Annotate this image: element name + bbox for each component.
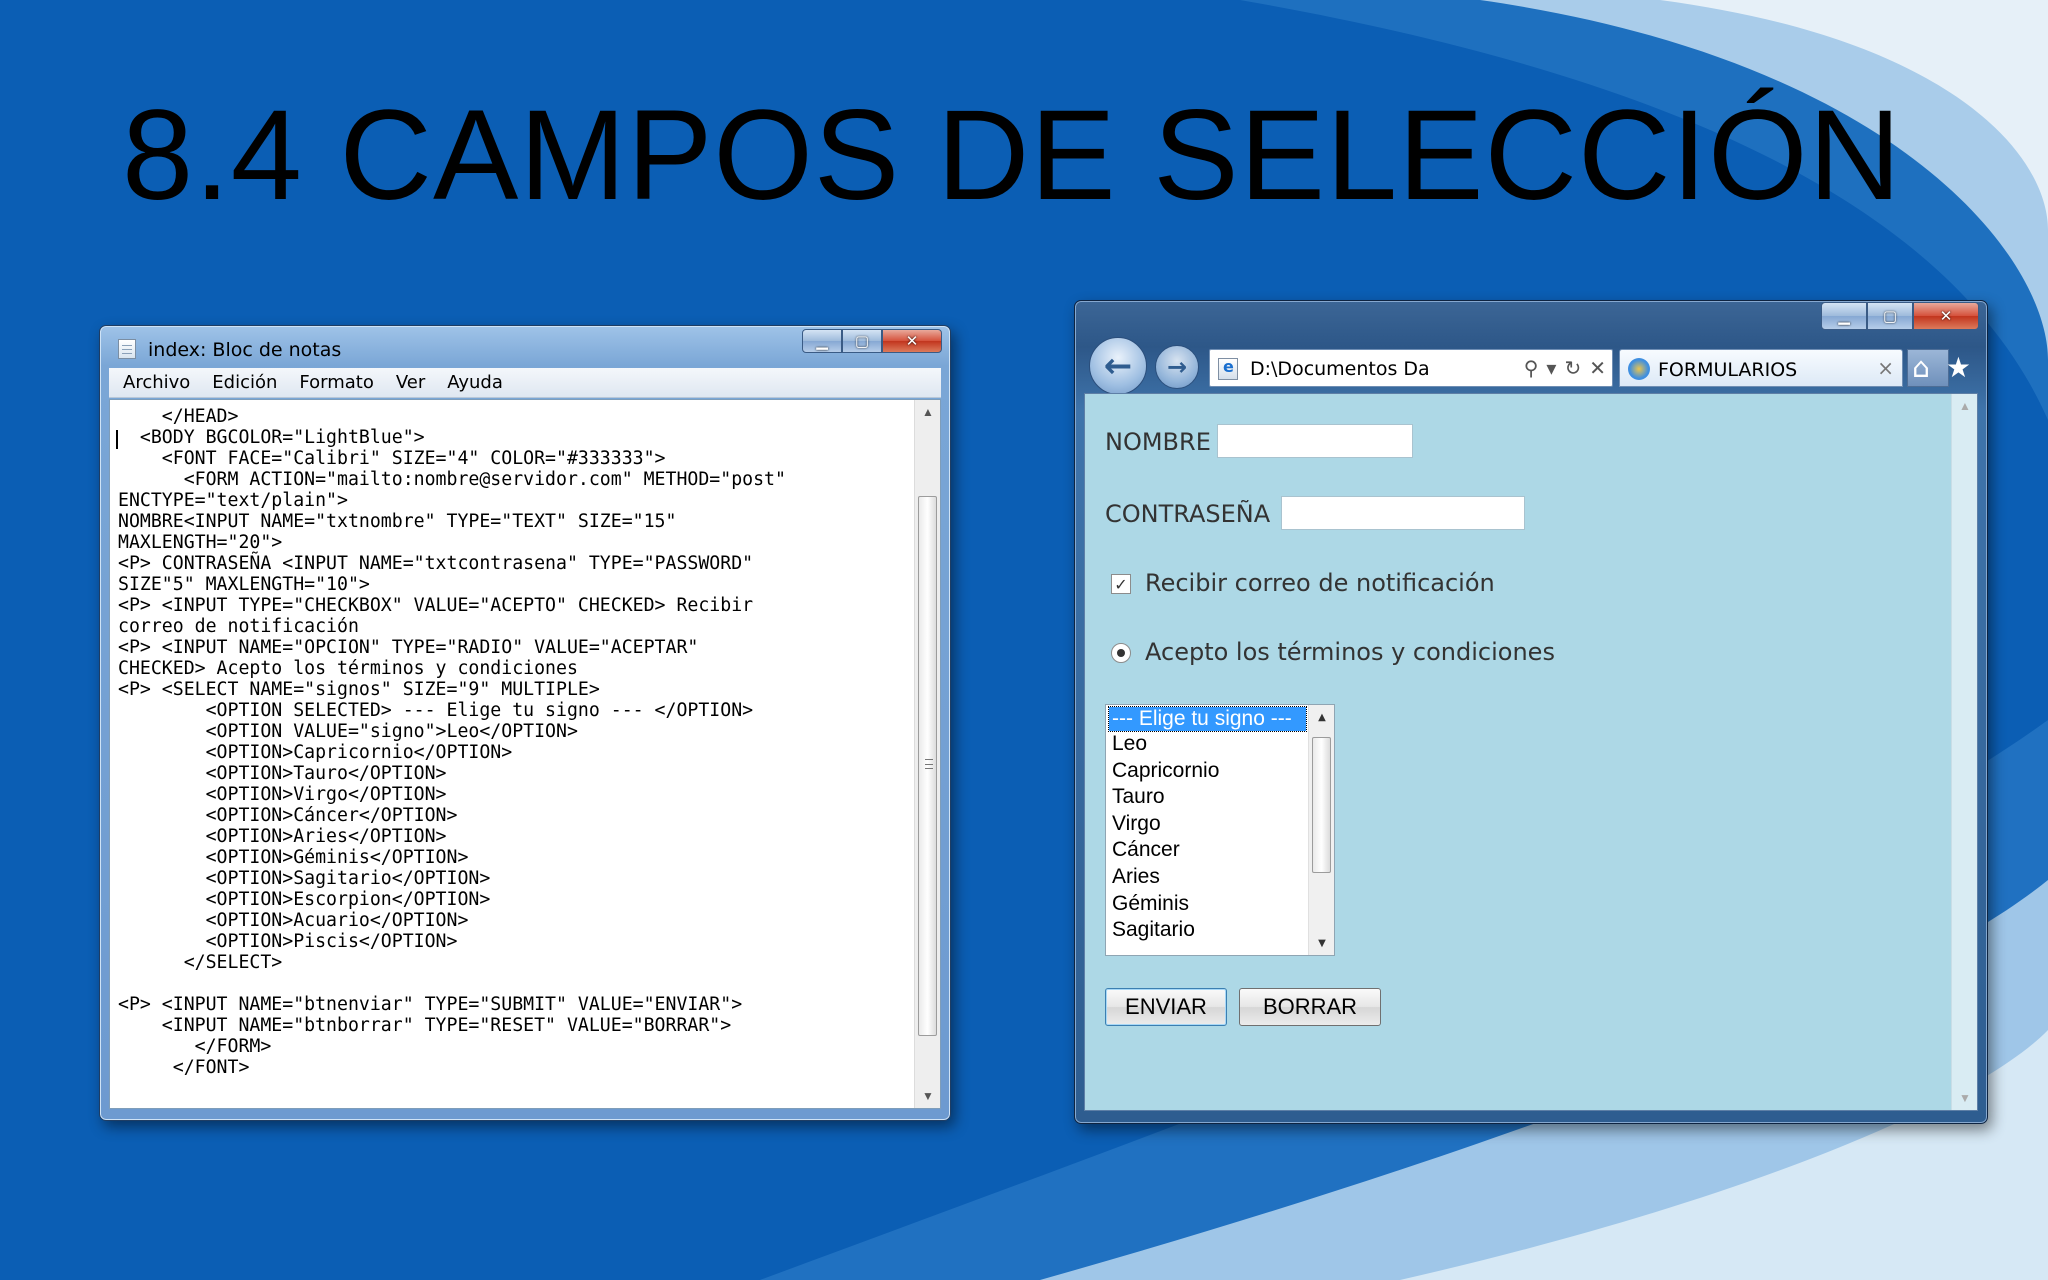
select-option[interactable]: --- Elige tu signo --- [1108, 706, 1307, 732]
select-option[interactable]: Leo [1106, 731, 1334, 758]
page-vertical-scrollbar[interactable]: ▲ ▼ [1951, 394, 1977, 1110]
checkmark-icon: ✓ [1114, 574, 1128, 594]
browser-close-button[interactable]: ✕ [1913, 302, 1979, 330]
notepad-title: index: Bloc de notas [148, 339, 342, 361]
close-icon: ✕ [1939, 307, 1953, 325]
close-button[interactable]: ✕ [882, 329, 942, 353]
scroll-down-arrow-icon[interactable]: ▼ [1309, 931, 1334, 955]
select-option[interactable]: Virgo [1106, 811, 1334, 838]
enviar-button[interactable]: ENVIAR [1105, 988, 1227, 1026]
refresh-icon[interactable]: ↻ [1564, 356, 1581, 380]
notepad-app-icon [118, 339, 136, 359]
minimize-icon: ▁ [816, 332, 828, 350]
forward-button[interactable]: → [1155, 345, 1199, 389]
select-scrollbar[interactable]: ▲ ▼ [1308, 705, 1334, 955]
scroll-down-arrow-icon[interactable]: ▼ [915, 1084, 940, 1108]
back-button[interactable]: ← [1089, 337, 1147, 395]
select-option[interactable]: Sagitario [1106, 917, 1334, 944]
notepad-text-area[interactable]: </HEAD> <BODY BGCOLOR="LightBlue"> <FONT… [109, 399, 941, 1109]
notepad-window-controls: ▁ ▢ ✕ [802, 329, 942, 353]
borrar-button[interactable]: BORRAR [1239, 988, 1381, 1026]
select-option[interactable]: Aries [1106, 864, 1334, 891]
minimize-icon: ▁ [1838, 307, 1850, 325]
scroll-up-arrow-icon[interactable]: ▲ [1309, 705, 1334, 729]
page-icon [1218, 357, 1238, 380]
select-scrollbar-thumb[interactable] [1312, 737, 1331, 873]
menu-archivo[interactable]: Archivo [123, 372, 190, 393]
back-arrow-icon: ← [1103, 346, 1133, 386]
tab-formularios[interactable]: FORMULARIOS × [1619, 349, 1903, 387]
address-bar[interactable]: D:\Documentos Da ⚲ ▾ ↻ ✕ [1209, 349, 1613, 387]
radio-label: Acepto los términos y condiciones [1145, 638, 1555, 666]
select-option[interactable]: Géminis [1106, 891, 1334, 918]
page-viewport: NOMBRE CONTRASEÑA ✓ Recibir correo de no… [1084, 393, 1978, 1111]
scroll-up-arrow-icon[interactable]: ▲ [915, 400, 940, 424]
signos-select[interactable]: --- Elige tu signo --- Leo Capricornio T… [1105, 704, 1335, 956]
menu-ayuda[interactable]: Ayuda [447, 372, 503, 393]
notificacion-checkbox[interactable]: ✓ [1111, 574, 1131, 594]
contrasena-label: CONTRASEÑA [1105, 500, 1271, 528]
dropdown-icon[interactable]: ▾ [1546, 356, 1556, 380]
checkbox-label: Recibir correo de notificación [1145, 569, 1495, 597]
select-option[interactable]: Capricornio [1106, 758, 1334, 785]
close-icon: ✕ [905, 332, 919, 350]
select-option[interactable]: Cáncer [1106, 837, 1334, 864]
notepad-vertical-scrollbar[interactable]: ▲ ▼ [914, 400, 940, 1108]
browser-maximize-button[interactable]: ▢ [1867, 302, 1913, 330]
slide-title: 8.4 CAMPOS DE SELECCIÓN [122, 84, 1902, 227]
text-cursor [116, 430, 118, 449]
address-text[interactable]: D:\Documentos Da [1250, 358, 1430, 380]
minimize-button[interactable]: ▁ [802, 329, 842, 353]
nombre-input[interactable] [1217, 424, 1413, 458]
tab-close-icon[interactable]: × [1877, 356, 1894, 380]
favorites-star-icon[interactable]: ★ [1946, 351, 1971, 384]
terminos-radio[interactable] [1111, 643, 1131, 663]
browser-window-controls: ▁ ▢ ✕ [1821, 302, 1979, 330]
grip-icon [925, 759, 933, 769]
tab-label: FORMULARIOS [1658, 359, 1798, 381]
menu-ver[interactable]: Ver [396, 372, 425, 393]
search-icon[interactable]: ⚲ [1524, 356, 1539, 380]
notepad-menubar: Archivo Edición Formato Ver Ayuda [109, 368, 941, 398]
home-icon[interactable]: ⌂ [1912, 351, 1930, 384]
notepad-code[interactable]: </HEAD> <BODY BGCOLOR="LightBlue"> <FONT… [118, 406, 908, 1078]
stop-icon[interactable]: ✕ [1589, 356, 1606, 380]
forward-arrow-icon: → [1166, 353, 1188, 381]
maximize-button[interactable]: ▢ [842, 329, 882, 353]
maximize-icon: ▢ [854, 332, 870, 350]
menu-formato[interactable]: Formato [299, 372, 373, 393]
browser-window: ▁ ▢ ✕ ← → D:\Documentos Da ⚲ ▾ ↻ ✕ FORMU… [1074, 300, 1988, 1124]
scroll-down-arrow-icon[interactable]: ▼ [1952, 1086, 1977, 1110]
browser-toolbar-icons: ⌂ ★ [1912, 351, 1971, 384]
menu-edicion[interactable]: Edición [212, 372, 277, 393]
maximize-icon: ▢ [1882, 307, 1898, 325]
nombre-label: NOMBRE [1105, 428, 1211, 456]
notepad-titlebar[interactable]: index: Bloc de notas ▁ ▢ ✕ [100, 326, 950, 368]
ie-icon [1628, 358, 1650, 380]
address-tools: ⚲ ▾ ↻ ✕ [1517, 356, 1606, 380]
notepad-window: index: Bloc de notas ▁ ▢ ✕ Archivo Edici… [99, 325, 951, 1121]
select-option[interactable]: Tauro [1106, 784, 1334, 811]
scrollbar-thumb[interactable] [918, 496, 937, 1036]
browser-minimize-button[interactable]: ▁ [1821, 302, 1867, 330]
scroll-up-arrow-icon[interactable]: ▲ [1952, 394, 1977, 418]
contrasena-input[interactable] [1281, 496, 1525, 530]
